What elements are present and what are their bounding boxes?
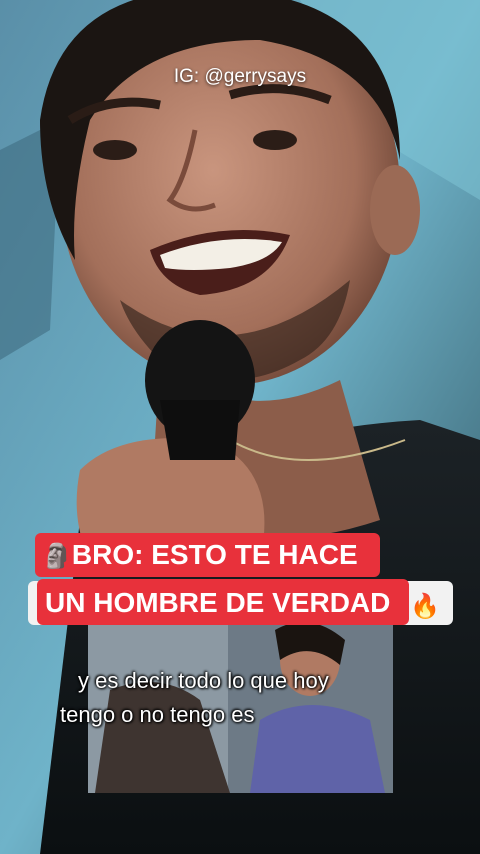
watermark-handle: IG: @gerrysays <box>173 66 307 87</box>
fire-icon: 🔥 <box>410 593 440 620</box>
title-banner: 🗿BRO: ESTO TE HACE UN HOMBRE DE VERDAD 🔥 <box>0 533 480 643</box>
subtitle-line2: tengo o no tengo es <box>60 702 255 727</box>
banner-line2-text: UN HOMBRE DE VERDAD <box>45 587 391 618</box>
banner-line2: UN HOMBRE DE VERDAD <box>45 583 390 623</box>
banner-line1: 🗿BRO: ESTO TE HACE <box>42 535 358 577</box>
subtitle-line1: y es decir todo lo que hoy <box>78 668 329 693</box>
banner-line1-text: BRO: ESTO TE HACE <box>71 539 358 570</box>
moai-icon: 🗿 <box>42 543 72 570</box>
